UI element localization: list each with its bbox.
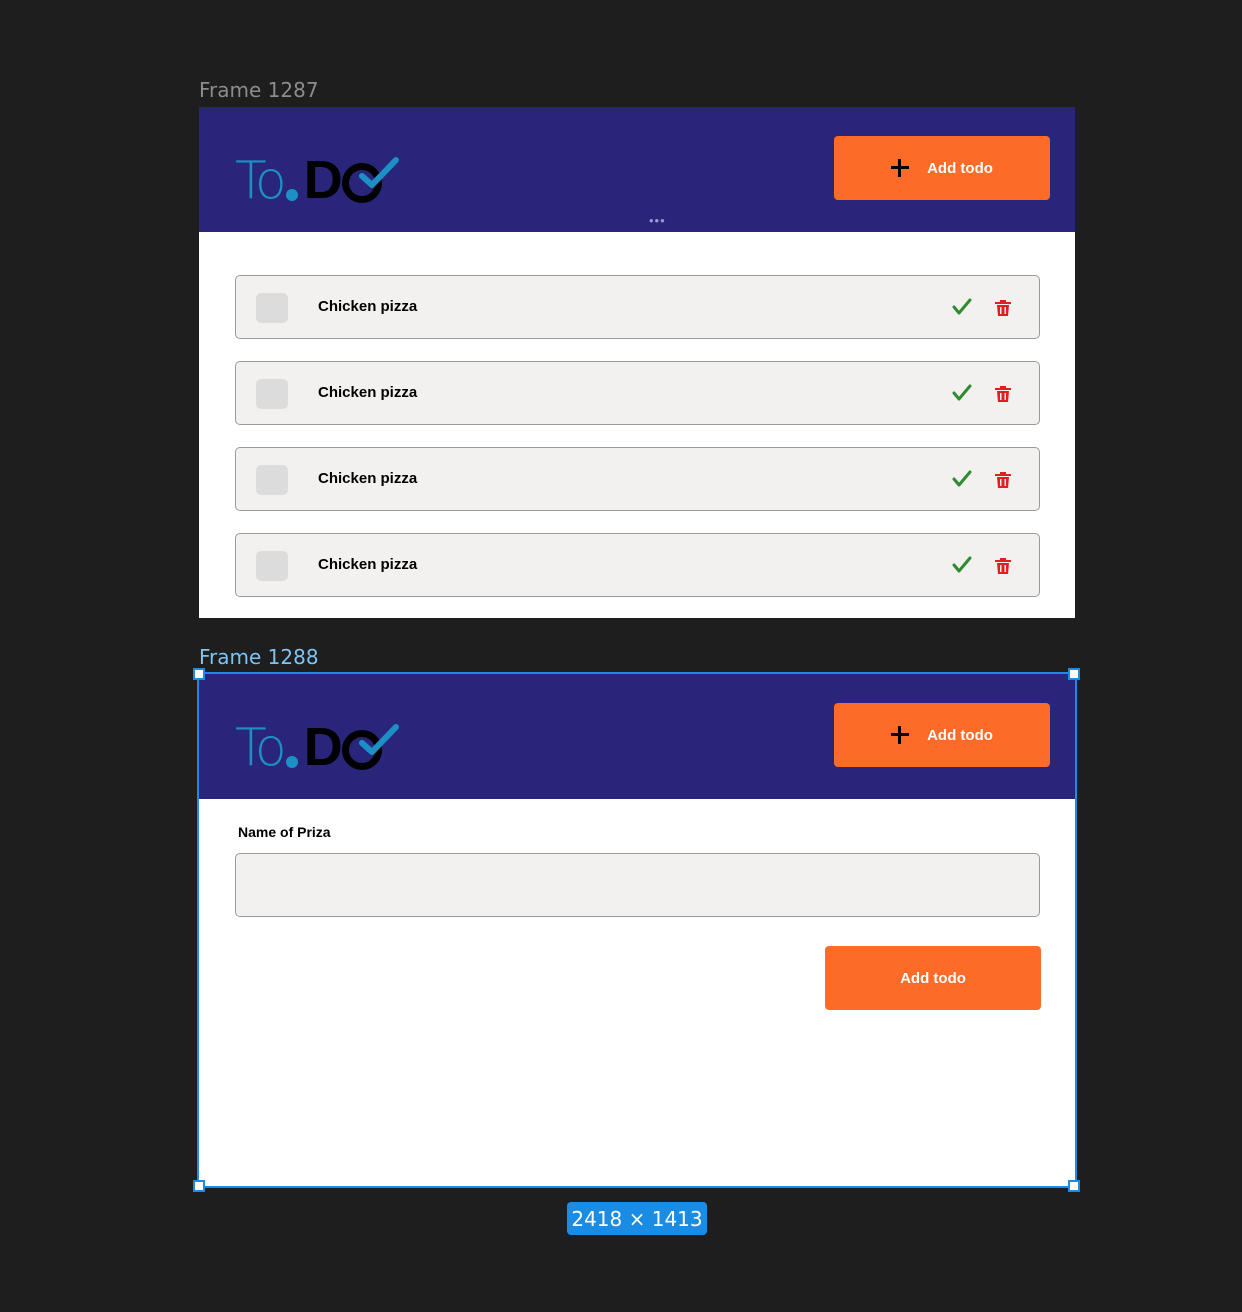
- logo-dot: [285, 189, 298, 201]
- todo-item: Chicken pizza: [235, 533, 1040, 597]
- submit-add-todo-button[interactable]: Add todo: [825, 946, 1041, 1010]
- check-icon[interactable]: [952, 470, 972, 488]
- add-todo-button[interactable]: Add todo: [834, 136, 1050, 200]
- logo-text-do: D: [304, 720, 399, 774]
- frame-add-todo[interactable]: To D Add todo Name of Priza Add todo: [197, 672, 1077, 1188]
- todo-item: Chicken pizza: [235, 447, 1040, 511]
- logo: To D: [235, 714, 399, 778]
- logo-text-to: To: [235, 151, 287, 211]
- todo-checkbox[interactable]: [256, 465, 288, 495]
- frame-todo-list: To D Add todo ••• Chicken pizza Chicken …: [199, 107, 1075, 618]
- todo-checkbox[interactable]: [256, 293, 288, 323]
- todo-checkbox[interactable]: [256, 379, 288, 409]
- todo-label: Chicken pizza: [318, 298, 418, 315]
- logo: To D: [235, 147, 399, 211]
- trash-icon[interactable]: [995, 472, 1011, 488]
- check-icon[interactable]: [952, 556, 972, 574]
- dimension-badge: 2418 × 1413: [567, 1202, 707, 1235]
- app-header: To D Add todo •••: [199, 107, 1075, 232]
- logo-text-to: To: [235, 718, 287, 778]
- add-todo-button[interactable]: Add todo: [834, 703, 1050, 767]
- resize-handle[interactable]: •••: [649, 213, 666, 228]
- trash-icon[interactable]: [995, 558, 1011, 574]
- frame-label-1287[interactable]: Frame 1287: [199, 78, 319, 102]
- todo-label: Chicken pizza: [318, 384, 418, 401]
- plus-icon: [891, 159, 910, 177]
- name-input[interactable]: [235, 853, 1040, 917]
- frame-label-1288[interactable]: Frame 1288: [199, 645, 319, 669]
- check-icon: [358, 157, 399, 188]
- check-icon[interactable]: [952, 298, 972, 316]
- todo-item: Chicken pizza: [235, 361, 1040, 425]
- name-field-label: Name of Priza: [238, 824, 331, 840]
- selection-handle-bottom-left[interactable]: [193, 1180, 205, 1192]
- selection-handle-bottom-right[interactable]: [1068, 1180, 1080, 1192]
- logo-check-o: [341, 157, 399, 203]
- logo-text-do: D: [304, 153, 399, 207]
- todo-label: Chicken pizza: [318, 470, 418, 487]
- todo-item: Chicken pizza: [235, 275, 1040, 339]
- check-icon[interactable]: [952, 384, 972, 402]
- plus-icon: [891, 726, 910, 744]
- selection-handle-top-right[interactable]: [1068, 668, 1080, 680]
- app-header: To D Add todo: [199, 674, 1075, 799]
- trash-icon[interactable]: [995, 386, 1011, 402]
- selection-handle-top-left[interactable]: [193, 668, 205, 680]
- logo-check-o: [341, 724, 399, 770]
- logo-dot: [285, 756, 298, 768]
- trash-icon[interactable]: [995, 300, 1011, 316]
- todo-label: Chicken pizza: [318, 556, 418, 573]
- todo-list: Chicken pizza Chicken pizza Chicken pizz…: [235, 275, 1040, 619]
- check-icon: [358, 724, 399, 755]
- todo-checkbox[interactable]: [256, 551, 288, 581]
